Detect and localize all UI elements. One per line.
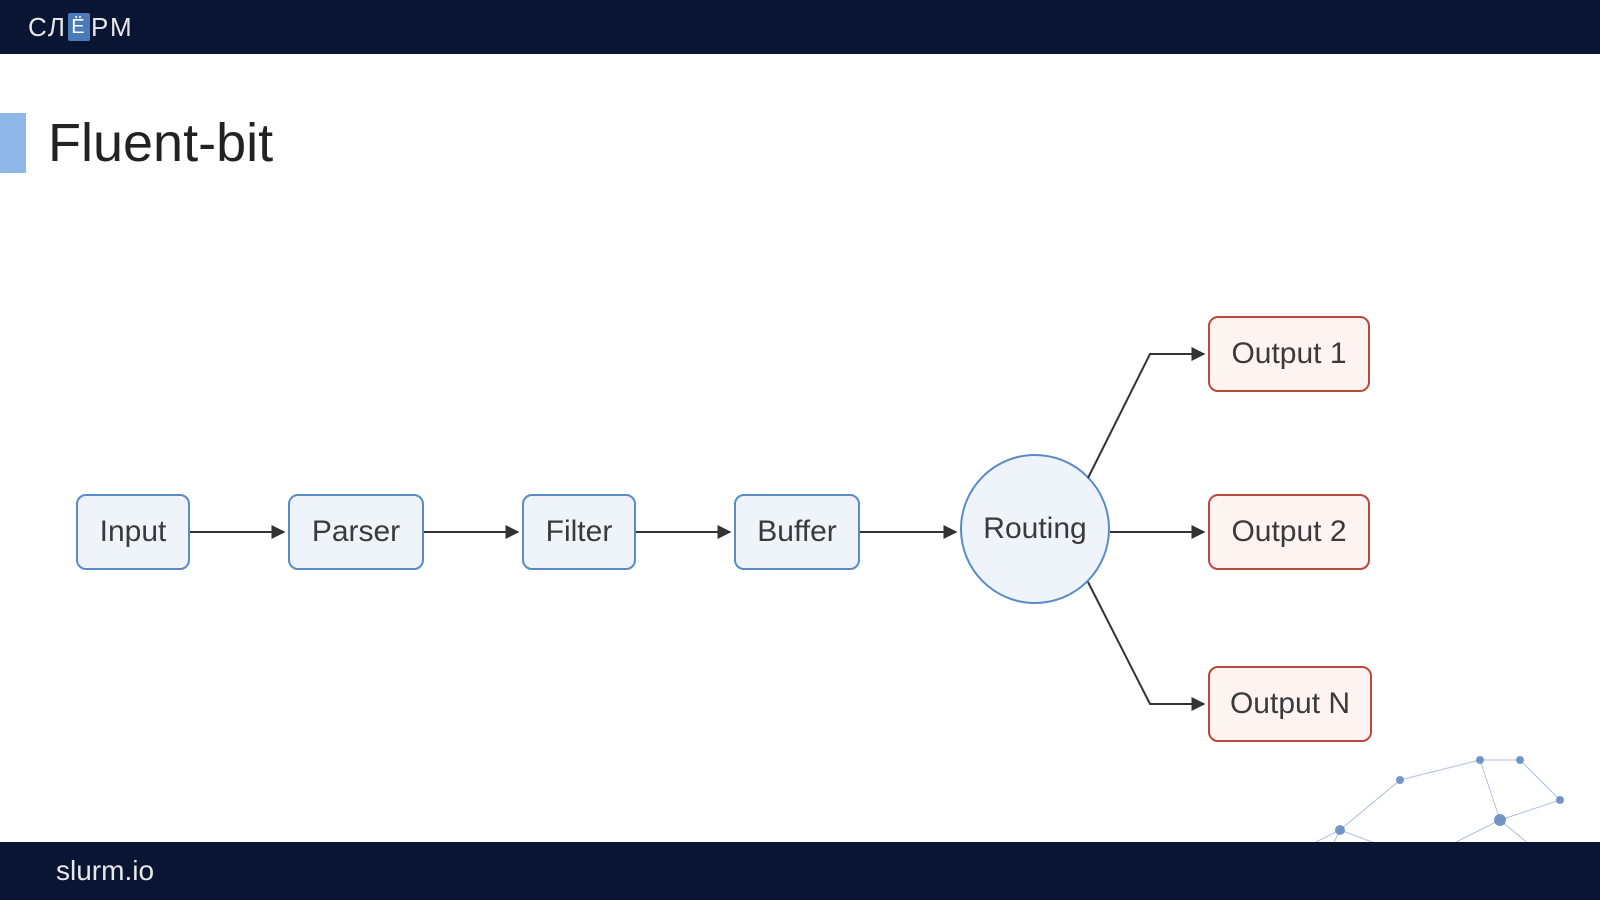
diagram-arrows	[0, 0, 1600, 900]
footer-url: slurm.io	[56, 855, 154, 887]
footer-bar: slurm.io	[0, 842, 1600, 900]
